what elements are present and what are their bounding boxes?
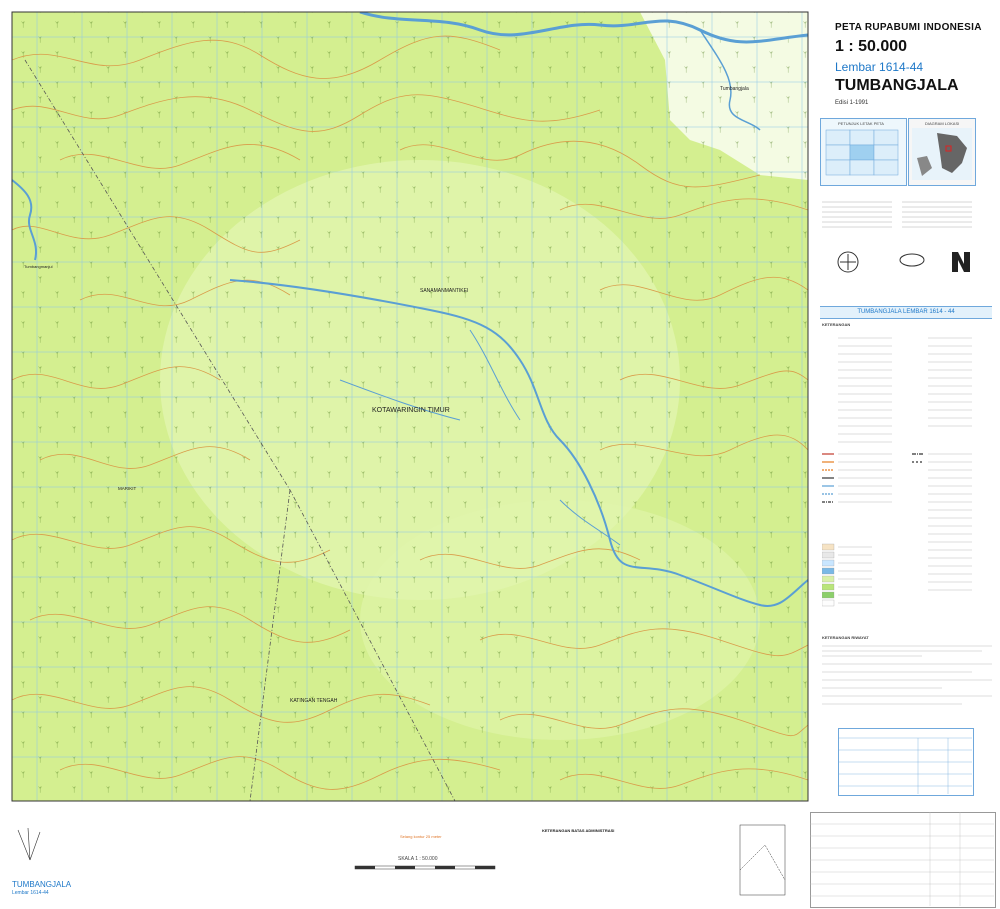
bottom-sheet-number: Lembar 1614-44 [12, 890, 49, 896]
location-diagram-title: DIAGRAM LOKASI [925, 121, 960, 126]
legend-title: KETERANGAN [822, 322, 851, 327]
bottom-sheet-name: TUMBANGJALA [12, 880, 72, 889]
scale-label: SKALA 1 : 50.000 [398, 856, 438, 862]
topographic-map[interactable]: ᛉ ᛉ [0, 0, 818, 909]
map-info-block [822, 201, 972, 228]
sheet-index-title: PETUNJUK LETAK PETA [838, 121, 884, 126]
notes-title: KETERANGAN RIWAYAT [822, 635, 869, 640]
region-label: KATINGAN TENGAH [290, 698, 338, 704]
location-diagram-map [912, 128, 972, 180]
edition: Edisi 1-1991 [835, 100, 869, 106]
map-series-title: PETA RUPABUMI INDONESIA [835, 22, 982, 33]
north-arrow [17, 827, 41, 861]
agency-logos [837, 251, 970, 273]
place-label: MARIKIT [118, 486, 137, 491]
legend-panel [822, 337, 972, 607]
place-label: Tumbangjala [720, 86, 749, 92]
admin-index-diagram [739, 824, 786, 896]
place-label: SANAMANMANTIKEI [420, 288, 468, 294]
sheet-index-grid [825, 129, 899, 176]
contour-note: Selang kontur 25 meter [400, 834, 442, 839]
admin-legend-title: KETERANGAN BATAS ADMINISTRASI [542, 828, 615, 833]
notes-block [822, 645, 992, 705]
sheet-name: TUMBANGJALA [835, 77, 959, 94]
region-label: KOTAWARINGIN TIMUR [372, 407, 450, 414]
place-label: Tumbangmanjul [24, 264, 53, 269]
map-scale: 1 : 50.000 [835, 38, 908, 55]
north-symbol-icon [952, 252, 970, 272]
sheet-number: Lembar 1614-44 [835, 60, 924, 74]
legend-landcover-swatches [822, 543, 835, 607]
scale-bar [354, 865, 496, 870]
sheet-strip: TUMBANGJALA LEMBAR 1614 - 44 [820, 306, 992, 319]
